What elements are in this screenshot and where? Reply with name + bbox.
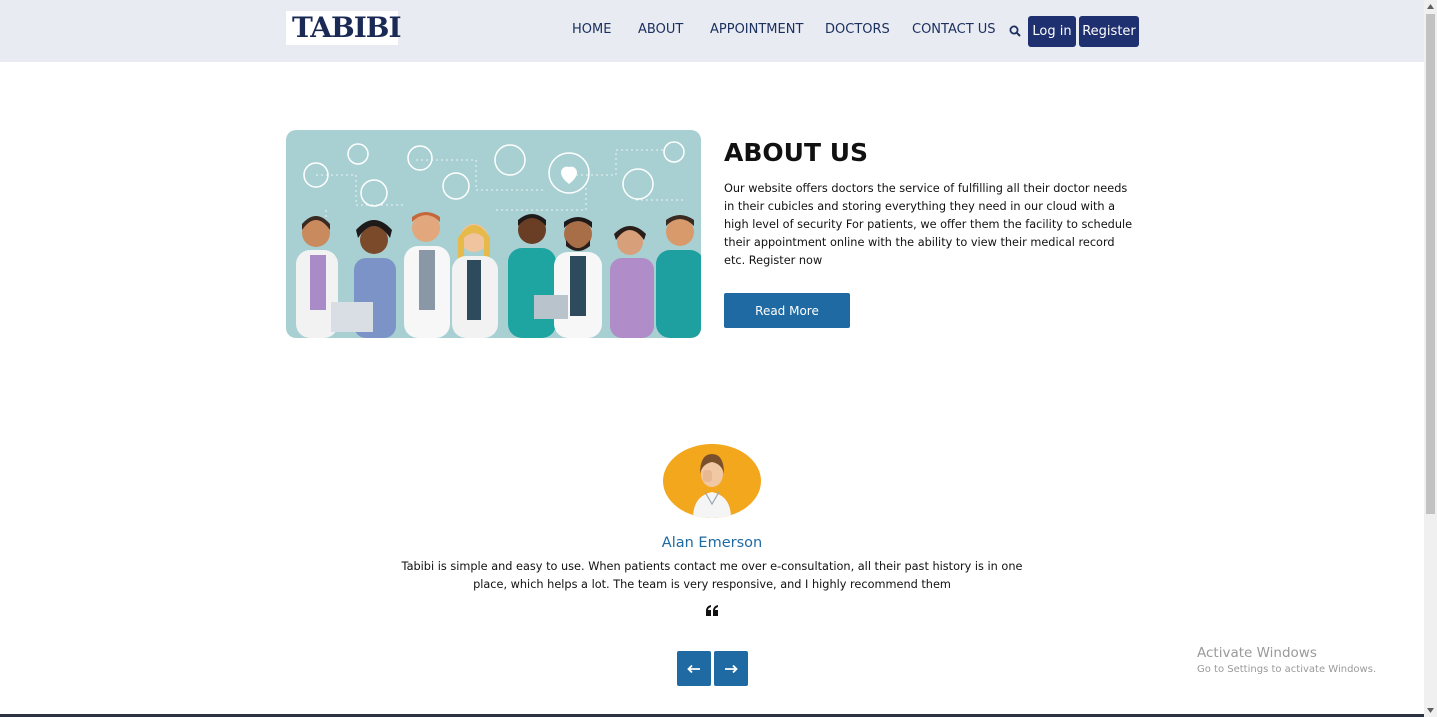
chevron-up-icon bbox=[1427, 4, 1434, 9]
doctors-illustration bbox=[286, 130, 701, 338]
prev-testimonial-button[interactable] bbox=[677, 651, 711, 686]
logo-text: TABIBI bbox=[292, 11, 402, 44]
nav-doctors[interactable]: DOCTORS bbox=[825, 22, 890, 37]
scroll-up-button[interactable] bbox=[1424, 0, 1437, 13]
arrow-left-icon bbox=[687, 664, 700, 673]
about-title: ABOUT US bbox=[724, 138, 869, 167]
testimonial-name: Alan Emerson bbox=[661, 535, 763, 551]
read-more-button[interactable]: Read More bbox=[724, 293, 850, 328]
arrow-right-icon bbox=[725, 664, 738, 673]
windows-activation-watermark: Activate Windows Go to Settings to activ… bbox=[1197, 645, 1376, 678]
quote-icon bbox=[706, 605, 718, 616]
doctors-illustration-art bbox=[296, 141, 701, 338]
testimonial-text: Tabibi is simple and easy to use. When p… bbox=[401, 560, 1023, 591]
nav-about[interactable]: ABOUT bbox=[638, 22, 683, 37]
about-description: Our website offers doctors the service o… bbox=[724, 182, 1133, 267]
scrollbar-thumb[interactable] bbox=[1426, 14, 1435, 514]
top-navbar: TABIBI HOME ABOUT APPOINTMENT DOCTORS CO… bbox=[0, 0, 1424, 62]
avatar bbox=[663, 444, 761, 518]
site-logo[interactable]: TABIBI bbox=[286, 11, 402, 45]
nav-appointment[interactable]: APPOINTMENT bbox=[710, 22, 803, 37]
search-icon[interactable] bbox=[1009, 25, 1021, 37]
next-testimonial-button[interactable] bbox=[714, 651, 748, 686]
chevron-down-icon bbox=[1427, 708, 1434, 713]
activate-title: Activate Windows bbox=[1197, 645, 1317, 661]
avatar-photo bbox=[693, 454, 731, 518]
nav-home[interactable]: HOME bbox=[572, 22, 611, 37]
scroll-down-button[interactable] bbox=[1424, 704, 1437, 717]
activate-subtitle: Go to Settings to activate Windows. bbox=[1197, 664, 1377, 675]
login-button[interactable]: Log in bbox=[1028, 16, 1076, 47]
register-button[interactable]: Register bbox=[1079, 16, 1139, 47]
nav-contact[interactable]: CONTACT US bbox=[912, 22, 996, 37]
